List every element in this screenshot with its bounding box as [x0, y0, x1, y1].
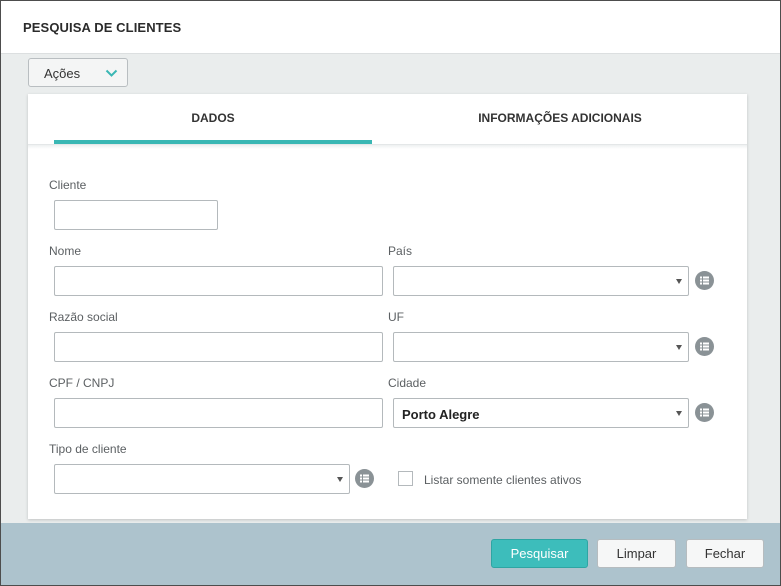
dialog-footer: Pesquisar Limpar Fechar — [1, 523, 780, 585]
search-button[interactable]: Pesquisar — [491, 539, 588, 568]
list-icon[interactable] — [695, 271, 714, 290]
cliente-input[interactable] — [54, 200, 218, 230]
dialog-header: PESQUISA DE CLIENTES — [1, 1, 780, 54]
caret-down-icon — [676, 411, 682, 416]
clear-button[interactable]: Limpar — [597, 539, 676, 568]
cidade-label: Cidade — [388, 376, 427, 390]
cpf-cnpj-label: CPF / CNPJ — [49, 376, 115, 390]
somente-ativos-label: Listar somente clientes ativos — [424, 473, 582, 487]
search-panel: DADOS INFORMAÇÕES ADICIONAIS Cliente Nom… — [28, 94, 747, 519]
close-button[interactable]: Fechar — [686, 539, 764, 568]
chevron-down-icon — [105, 69, 118, 77]
caret-down-icon — [676, 279, 682, 284]
tab-informacoes-adicionais[interactable]: INFORMAÇÕES ADICIONAIS — [372, 94, 748, 144]
tipo-cliente-label: Tipo de cliente — [49, 442, 127, 456]
tab-dados[interactable]: DADOS — [54, 94, 372, 144]
razao-social-input[interactable] — [54, 332, 383, 362]
tipo-cliente-select[interactable] — [54, 464, 350, 494]
actions-label: Ações — [44, 66, 81, 81]
cliente-label: Cliente — [49, 178, 87, 192]
dialog-title: PESQUISA DE CLIENTES — [23, 20, 182, 35]
nome-label: Nome — [49, 244, 82, 258]
pais-select[interactable] — [393, 266, 689, 296]
nome-input[interactable] — [54, 266, 383, 296]
cidade-value: Porto Alegre — [402, 407, 480, 422]
caret-down-icon — [676, 345, 682, 350]
caret-down-icon — [337, 477, 343, 482]
uf-label: UF — [388, 310, 404, 324]
search-clients-dialog: PESQUISA DE CLIENTES Ações DADOS INFORMA… — [0, 0, 781, 586]
razao-social-label: Razão social — [49, 310, 118, 324]
somente-ativos-checkbox[interactable] — [398, 471, 413, 486]
uf-select[interactable] — [393, 332, 689, 362]
pais-label: País — [388, 244, 413, 258]
list-icon[interactable] — [355, 469, 374, 488]
list-icon[interactable] — [695, 337, 714, 356]
tab-bar: DADOS INFORMAÇÕES ADICIONAIS — [28, 94, 747, 145]
actions-dropdown-button[interactable]: Ações — [28, 58, 128, 87]
cidade-select[interactable]: Porto Alegre — [393, 398, 689, 428]
active-tab-indicator — [54, 140, 372, 144]
cpf-cnpj-input[interactable] — [54, 398, 383, 428]
tabs-divider — [28, 145, 747, 149]
list-icon[interactable] — [695, 403, 714, 422]
